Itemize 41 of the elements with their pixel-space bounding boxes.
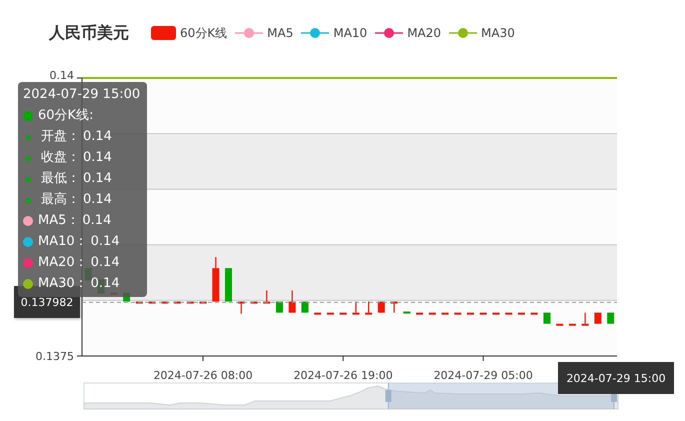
x-tick-label: 2024-07-29 05:00 [434,369,533,382]
tooltip-value: 0.14 [90,275,120,293]
y-tick-label: 0.14 [50,69,74,82]
candlestick [607,312,614,324]
tooltip-label: 最低： [41,170,80,188]
candlestick [238,302,245,314]
candlestick [582,312,589,326]
tooltip-label: MA20： [38,254,88,272]
tooltip-label: MA5： [38,212,80,230]
legend-item[interactable]: MA5 [235,24,294,42]
x-tick-label: 2024-07-26 19:00 [294,369,393,382]
tooltip-label: 最高： [41,191,80,209]
legend-item[interactable]: MA20 [375,24,442,42]
tooltip-value: 0.14 [83,170,112,188]
candlestick [365,302,372,315]
tooltip-value: 0.14 [82,212,112,230]
time-tooltip: 2024-07-29 15:00 [558,362,674,394]
candlestick [288,290,296,313]
y-tick-label: 0.1375 [36,350,74,363]
tooltip-value: 0.14 [90,254,120,272]
chart-title: 人民币美元 [49,22,129,44]
slider-handle[interactable] [385,382,392,410]
candlestick [352,302,360,315]
candlestick [212,257,220,302]
tooltip-value: 0.14 [90,233,120,251]
candlestick [250,300,258,304]
x-tick-label: 2024-07-26 08:00 [153,369,253,382]
tooltip-title: 2024-07-29 15:00 [23,86,142,104]
tooltip-label: 开盘： [41,128,80,146]
candlestick [403,312,410,314]
legend-item[interactable]: 60分K线 [151,24,228,42]
tooltip-value: 0.14 [83,149,112,167]
tooltip-value: 0.14 [83,191,112,209]
legend-item[interactable]: MA30 [449,24,515,42]
tooltip-value: 0.14 [83,128,112,146]
tooltip-label: 60分K线: [38,107,94,125]
candlestick [263,290,270,304]
candlestick [390,302,398,313]
tooltip-label: MA10： [38,233,88,251]
tooltip-label: 收盘： [41,149,80,167]
legend-item[interactable]: MA10 [301,24,368,42]
